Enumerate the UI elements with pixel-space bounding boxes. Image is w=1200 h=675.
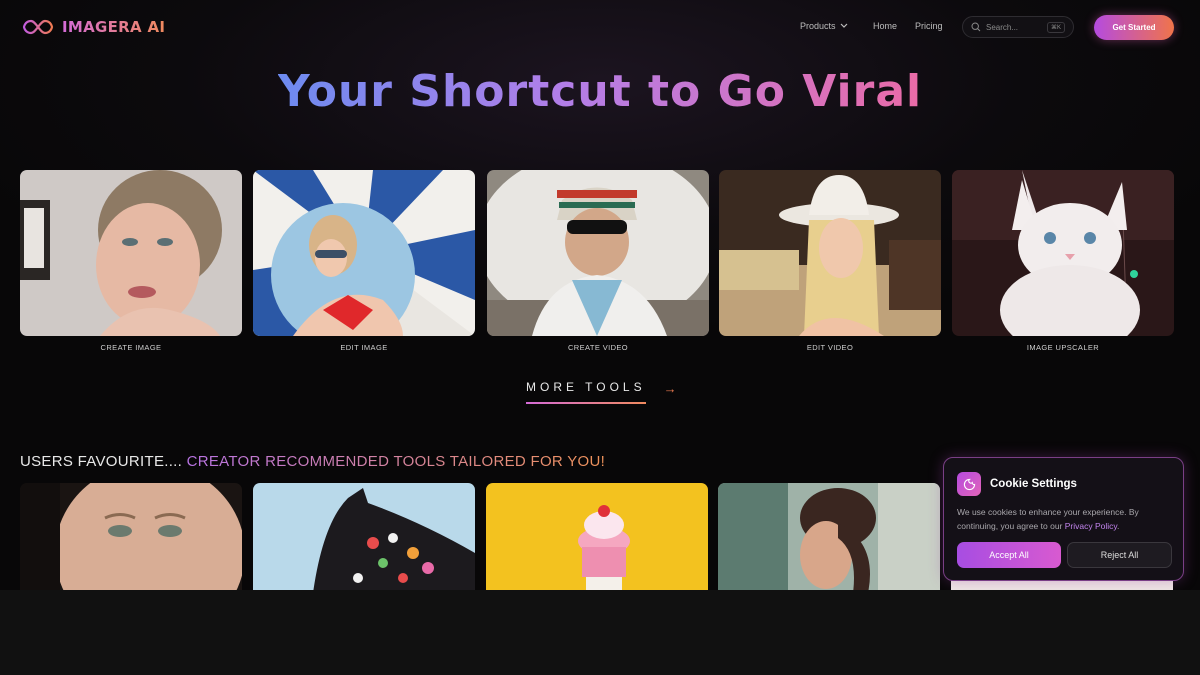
cookie-message: We use cookies to enhance your experienc…: [957, 505, 1170, 533]
search-placeholder: Search...: [986, 22, 1019, 32]
cupcake-image: [486, 483, 708, 590]
woman-portrait-image: [718, 483, 940, 590]
favourite-card-horse[interactable]: [253, 483, 475, 590]
favourite-card-face[interactable]: [20, 483, 242, 590]
arrow-right-icon: →: [663, 380, 677, 396]
page: IMAGERA AI Products Home Pricing Search.…: [0, 0, 1200, 590]
nav-pricing[interactable]: Pricing: [915, 21, 943, 31]
infinity-logo-icon: [22, 19, 54, 35]
brand-name: IMAGERA AI: [62, 18, 166, 36]
hero-title-text: Your Shortcut to Go Viral: [277, 66, 923, 117]
tool-label-create-image: CREATE IMAGE: [100, 343, 162, 352]
woman-face-closeup-image: [20, 483, 242, 590]
brand-logo[interactable]: IMAGERA AI: [22, 17, 165, 37]
cookie-buttons: Accept All Reject All: [957, 542, 1172, 568]
nav-products[interactable]: Products: [800, 21, 848, 31]
cookie-icon: [957, 472, 981, 496]
chevron-down-icon: [840, 23, 847, 28]
cookie-message-end: .: [1117, 521, 1120, 531]
tool-card-image-upscaler[interactable]: [952, 170, 1174, 336]
tool-label-edit-video: EDIT VIDEO: [806, 343, 854, 352]
cookie-header: Cookie Settings: [957, 472, 1170, 496]
search-shortcut-badge: ⌘K: [1046, 21, 1065, 33]
reject-all-button[interactable]: Reject All: [1067, 542, 1172, 568]
tool-card-create-image[interactable]: [20, 170, 242, 336]
favourite-card-portrait[interactable]: [718, 483, 940, 590]
favourites-section-title: USERS FAVOURITE.... CREATOR RECOMMENDED …: [20, 453, 605, 470]
cowgirl-image: [719, 170, 941, 336]
favourites-title-part1: USERS FAVOURITE....: [20, 453, 183, 470]
nav-products-label: Products: [800, 21, 836, 31]
cookie-title: Cookie Settings: [990, 478, 1077, 490]
floral-horse-image: [253, 483, 475, 590]
more-tools-label: MORE TOOLS: [526, 380, 646, 404]
search-input[interactable]: Search... ⌘K: [962, 16, 1074, 38]
tool-card-edit-video[interactable]: [719, 170, 941, 336]
privacy-policy-link[interactable]: Privacy Policy: [1065, 521, 1117, 531]
nav-home[interactable]: Home: [873, 21, 897, 31]
tool-card-create-video[interactable]: [487, 170, 709, 336]
woman-in-float-image: [253, 170, 475, 336]
hero-title: Your Shortcut to Go Viral: [0, 64, 1200, 120]
more-tools-link[interactable]: MORE TOOLS →: [526, 380, 677, 404]
cookie-settings-dialog: Cookie Settings We use cookies to enhanc…: [943, 457, 1184, 581]
tool-label-image-upscaler: IMAGE UPSCALER: [1026, 343, 1100, 352]
header: IMAGERA AI Products Home Pricing Search.…: [0, 0, 1200, 55]
tool-card-edit-image[interactable]: [253, 170, 475, 336]
white-kitten-image: [952, 170, 1174, 336]
portrait-wet-hair-image: [20, 170, 242, 336]
get-started-button[interactable]: Get Started: [1094, 15, 1174, 40]
search-icon: [971, 22, 981, 32]
accept-all-button[interactable]: Accept All: [957, 542, 1061, 568]
bottom-band: [0, 590, 1200, 675]
tool-label-edit-image: EDIT IMAGE: [340, 343, 388, 352]
favourites-title-part2: CREATOR RECOMMENDED TOOLS TAILORED FOR Y…: [182, 453, 606, 470]
tool-label-create-video: CREATE VIDEO: [567, 343, 629, 352]
favourite-card-cupcake[interactable]: [486, 483, 708, 590]
man-bucket-hat-image: [487, 170, 709, 336]
